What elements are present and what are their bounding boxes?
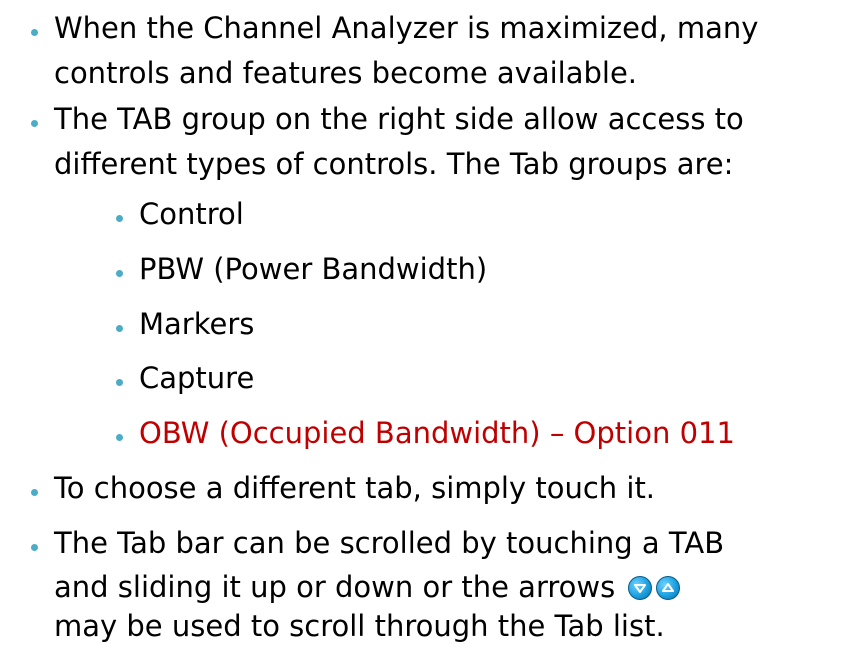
sub-bullet-marker	[116, 270, 123, 277]
bullet-3-line-1: To choose a different tab, simply touch …	[54, 471, 656, 505]
sub-bullet-control: Control	[139, 197, 244, 231]
bullet-marker	[31, 29, 38, 36]
sub-bullet-capture: Capture	[139, 361, 255, 395]
sub-bullet-markers: Markers	[139, 307, 255, 341]
bullet-1-line-1: When the Channel Analyzer is maximized, …	[54, 11, 759, 45]
bullet-marker	[31, 544, 38, 551]
sub-bullet-marker	[116, 325, 123, 332]
sub-bullet-marker	[116, 215, 123, 222]
bullet-marker	[31, 489, 38, 496]
sub-bullet-obw: OBW (Occupied Bandwidth) – Option 011	[139, 416, 735, 450]
bullet-4-line-2: and sliding it up or down or the arrows	[54, 567, 681, 608]
bullet-4-line-1: The Tab bar can be scrolled by touching …	[54, 526, 725, 560]
bullet-1-line-2: controls and features become available.	[54, 56, 638, 90]
arrow-down-circle-icon	[628, 576, 653, 600]
sub-bullet-marker	[116, 434, 123, 441]
bullet-2-line-2: different types of controls. The Tab gro…	[54, 147, 734, 181]
bullet-4-line-3: may be used to scroll through the Tab li…	[54, 609, 665, 643]
sub-bullet-marker	[116, 379, 123, 386]
bullet-marker	[31, 120, 38, 127]
arrow-up-circle-icon	[656, 576, 681, 600]
bullet-4-line-2-text: and sliding it up or down or the arrows	[54, 570, 616, 604]
sub-bullet-pbw: PBW (Power Bandwidth)	[139, 252, 488, 286]
bullet-2-line-1: The TAB group on the right side allow ac…	[54, 102, 744, 136]
slide: When the Channel Analyzer is maximized, …	[0, 0, 861, 651]
